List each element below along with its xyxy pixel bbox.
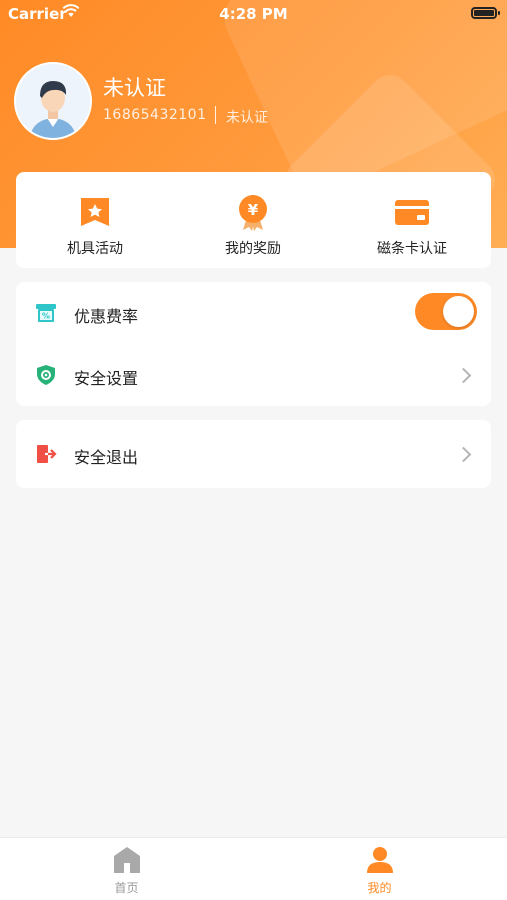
quick-action-device-activity[interactable]: 机具活动	[16, 172, 174, 268]
quick-action-my-rewards[interactable]: ¥ 我的奖励	[174, 172, 332, 268]
security-settings-row[interactable]: 安全设置	[16, 344, 491, 406]
tab-mine[interactable]: 我的	[253, 838, 506, 900]
tab-bar: 首页 我的	[0, 837, 507, 900]
logout-row[interactable]: 安全退出	[16, 423, 491, 485]
svg-text:%: %	[42, 312, 50, 321]
yuan-medal-icon: ¥	[239, 195, 267, 231]
quick-action-label: 机具活动	[67, 241, 123, 257]
status-time: 4:28 PM	[219, 5, 288, 23]
ticket-percent-icon: %	[36, 304, 56, 322]
svg-text:¥: ¥	[248, 201, 259, 219]
logout-card: 安全退出	[16, 420, 491, 488]
battery-icon	[471, 7, 500, 19]
profile-name: 未认证	[103, 76, 166, 100]
profile-phone: 16865432101	[103, 107, 207, 123]
exit-door-icon	[37, 445, 57, 463]
quick-action-label: 我的奖励	[225, 241, 281, 257]
card-icon	[395, 200, 429, 225]
quick-action-label: 磁条卡认证	[377, 241, 447, 257]
logout-label: 安全退出	[74, 448, 139, 467]
chevron-right-icon	[455, 367, 472, 384]
bookmark-star-icon	[81, 198, 109, 226]
chevron-right-icon	[455, 446, 472, 463]
shield-gear-icon	[37, 365, 55, 385]
tab-mine-label: 我的	[367, 881, 392, 895]
discount-rate-toggle[interactable]	[415, 293, 477, 330]
status-bar: Carrier 4:28 PM	[0, 0, 507, 28]
toggle-knob	[443, 296, 474, 327]
security-settings-label: 安全设置	[74, 369, 139, 388]
avatar[interactable]	[14, 62, 92, 140]
auth-status-label[interactable]: 未认证	[226, 107, 268, 127]
user-avatar-icon	[16, 64, 90, 138]
settings-card: % 优惠费率 安全设置	[16, 282, 491, 406]
tab-home-label: 首页	[114, 881, 139, 895]
person-icon	[367, 847, 393, 873]
tab-home[interactable]: 首页	[0, 838, 253, 900]
home-icon	[114, 847, 140, 873]
quick-action-magstripe-auth[interactable]: 磁条卡认证	[333, 172, 491, 268]
discount-rate-row: % 优惠费率	[16, 282, 491, 344]
quick-actions-card: 机具活动 ¥ 我的奖励 磁条卡认证	[16, 172, 491, 268]
discount-rate-label: 优惠费率	[74, 307, 139, 326]
profile-divider	[215, 106, 216, 124]
